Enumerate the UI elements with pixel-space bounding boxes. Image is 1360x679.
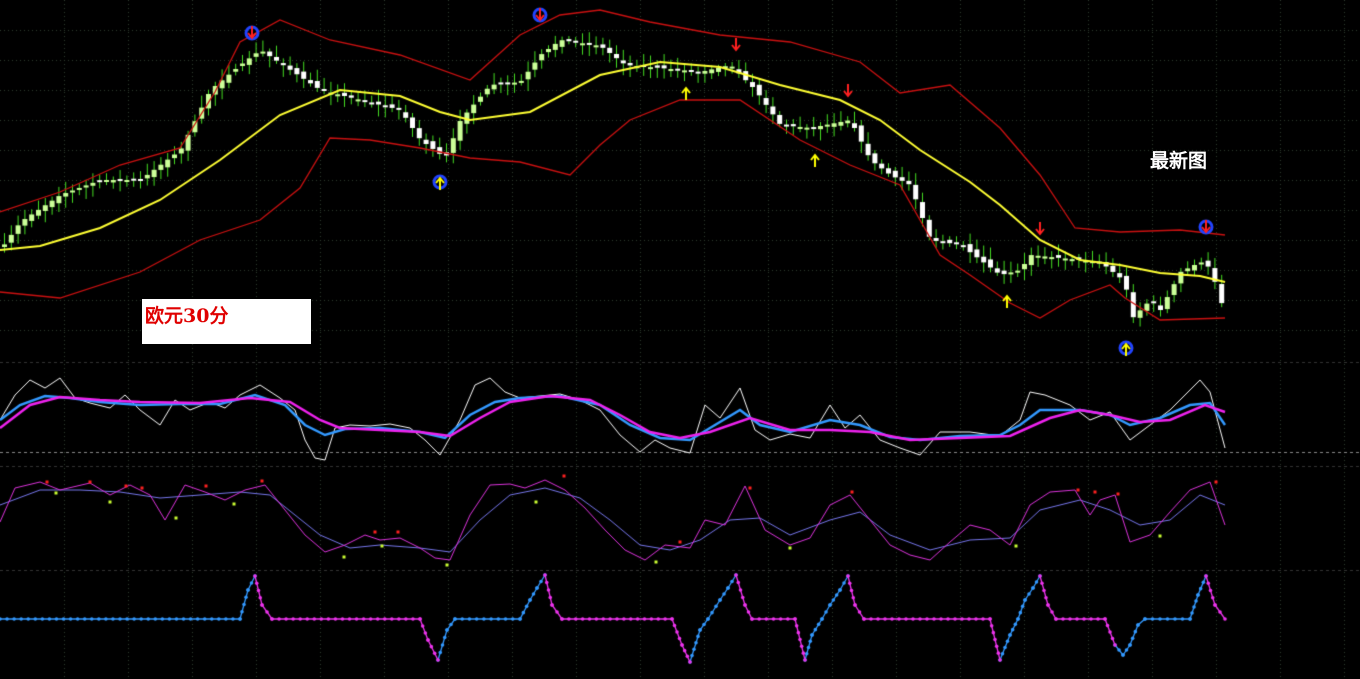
instrument-label-box: 欧元30分 bbox=[142, 299, 311, 344]
latest-chart-label: 最新图 bbox=[1150, 150, 1208, 172]
instrument-label: 欧元30分 bbox=[145, 305, 229, 327]
